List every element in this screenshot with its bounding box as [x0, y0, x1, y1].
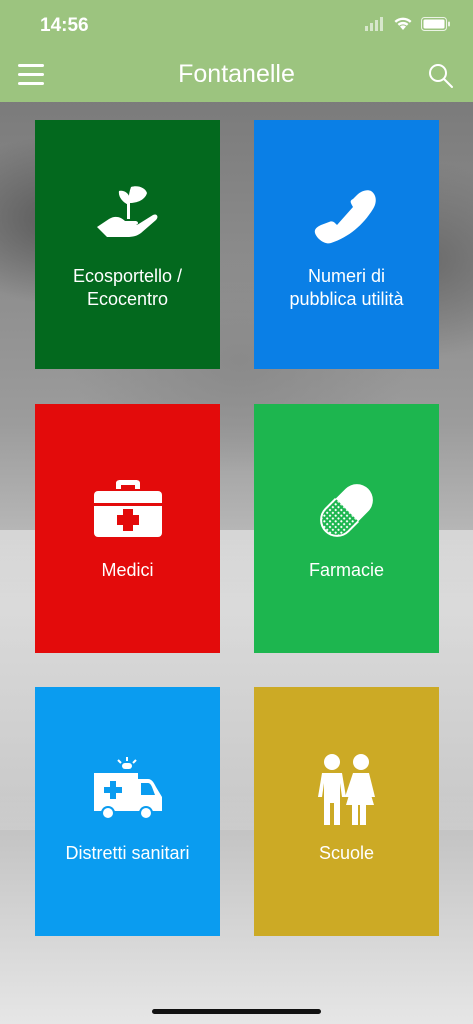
- ambulance-icon: [93, 757, 162, 820]
- tile-label: Numeri di pubblica utilità: [289, 266, 404, 309]
- tile-label: Distretti sanitari: [65, 843, 190, 863]
- signal-icon: [365, 16, 383, 31]
- children-icon: [317, 754, 375, 825]
- pill-icon: [319, 484, 373, 537]
- tile-ecosportello[interactable]: Ecosportello / Ecocentro: [35, 120, 220, 369]
- first-aid-kit-icon: [93, 480, 162, 537]
- tile-label: Ecosportello / Ecocentro: [72, 266, 183, 309]
- tile-farmacie[interactable]: Farmacie: [254, 404, 439, 653]
- tile-label: Scuole: [318, 843, 375, 863]
- navbar: Fontanelle: [0, 50, 473, 102]
- tile-label: Farmacie: [308, 560, 384, 580]
- tile-numeri-utilita[interactable]: Numeri di pubblica utilità: [254, 120, 439, 369]
- home-indicator[interactable]: [152, 1009, 321, 1014]
- tile-label: Medici: [101, 560, 154, 580]
- hand-plant-icon: [96, 186, 157, 237]
- tile-medici[interactable]: Medici: [35, 404, 220, 653]
- tile-scuole[interactable]: Scuole: [254, 687, 439, 936]
- tile-distretti-sanitari[interactable]: Distretti sanitari: [35, 687, 220, 936]
- status-bar: 14:56: [0, 0, 473, 50]
- page-title: Fontanelle: [178, 60, 295, 88]
- search-icon[interactable]: [427, 62, 455, 90]
- battery-icon: [421, 16, 450, 31]
- status-icons: [365, 16, 451, 31]
- wifi-icon: [394, 17, 412, 30]
- phone-icon: [314, 190, 376, 244]
- status-time: 14:56: [40, 15, 89, 36]
